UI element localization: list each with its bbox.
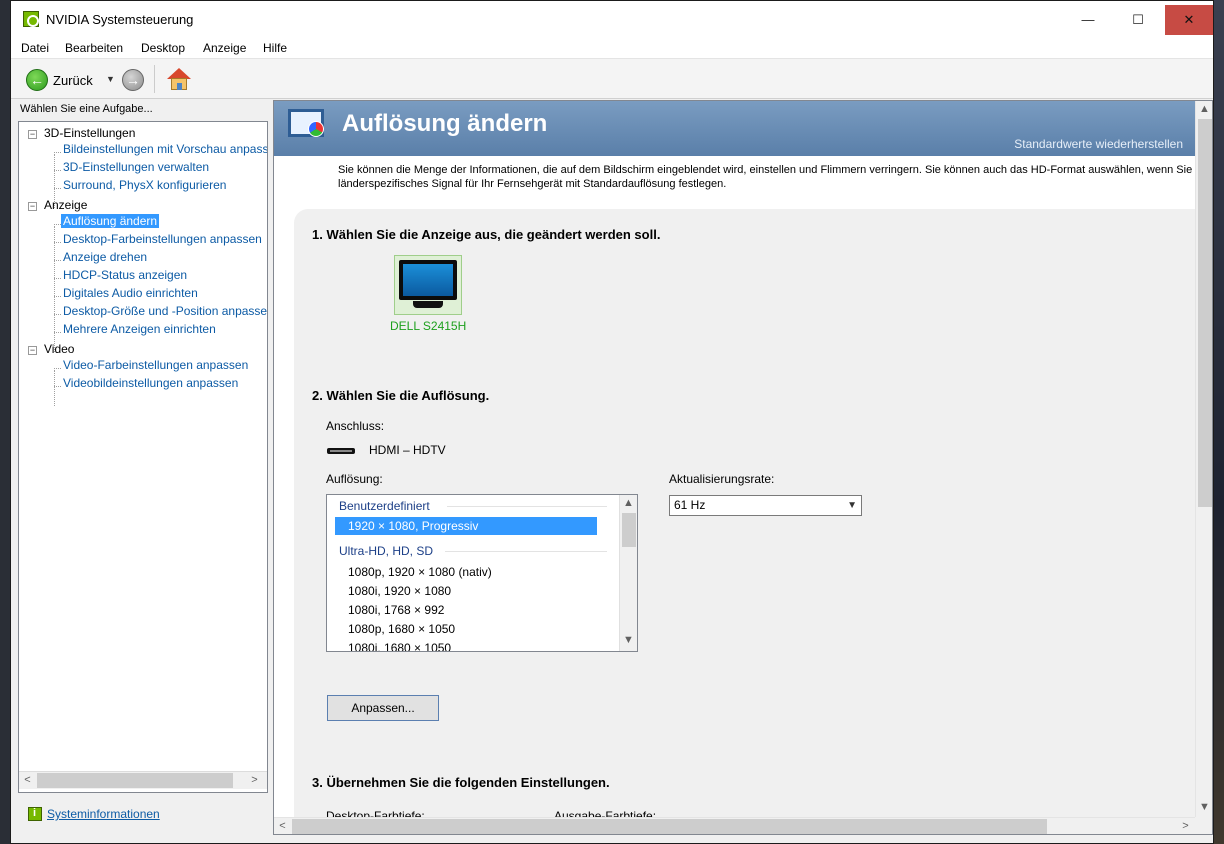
title-bar[interactable]: NVIDIA Systemsteuerung — ☐ ✕: [11, 1, 1213, 37]
home-button[interactable]: [166, 67, 192, 93]
tree-item-aufloesung-aendern[interactable]: Auflösung ändern: [61, 214, 160, 228]
customize-button[interactable]: Anpassen...: [327, 695, 439, 721]
scrollbar-corner: [1195, 817, 1212, 834]
forward-button[interactable]: →: [122, 69, 144, 91]
nvidia-control-panel-window: NVIDIA Systemsteuerung — ☐ ✕ Datei Bearb…: [10, 0, 1214, 844]
scroll-thumb[interactable]: [37, 773, 233, 788]
toolbar-separator: [154, 65, 155, 93]
tree-category-video[interactable]: Video: [44, 342, 74, 356]
tree-item-surround-physx[interactable]: Surround, PhysX konfigurieren: [61, 178, 228, 192]
content-horizontal-scrollbar[interactable]: < >: [274, 817, 1195, 834]
system-info-icon: [28, 807, 42, 821]
arrow-left-icon: ←: [30, 72, 44, 88]
toolbar: ← Zurück ▼ →: [11, 59, 1213, 99]
tree-item-3d-verwalten[interactable]: 3D-Einstellungen verwalten: [61, 160, 211, 174]
tree-item-desktop-groesse[interactable]: Desktop-Größe und -Position anpasse: [61, 304, 267, 318]
scroll-down-icon[interactable]: ▼: [1196, 799, 1212, 816]
scroll-left-icon[interactable]: <: [274, 818, 291, 834]
step-1-title: 1. Wählen Sie die Anzeige aus, die geänd…: [312, 227, 661, 242]
resolution-option[interactable]: 1080p, 1920 × 1080 (nativ): [335, 563, 597, 581]
scroll-down-icon[interactable]: ▼: [620, 632, 637, 649]
resolution-option[interactable]: 1080i, 1920 × 1080: [335, 582, 597, 600]
resolution-option[interactable]: 1080i, 1768 × 992: [335, 601, 597, 619]
scroll-right-icon[interactable]: >: [1177, 818, 1194, 834]
task-tree: − 3D-Einstellungen Bildeinstellungen mit…: [18, 121, 268, 793]
hdmi-icon: [327, 448, 355, 454]
group-header-custom: Benutzerdefiniert: [339, 499, 430, 513]
refresh-rate-dropdown[interactable]: 61 Hz ▼: [669, 495, 862, 516]
tree-item-videobild[interactable]: Videobildeinstellungen anpassen: [61, 376, 240, 390]
group-header-uhd: Ultra-HD, HD, SD: [339, 544, 434, 558]
tree-category-3d[interactable]: 3D-Einstellungen: [44, 126, 135, 140]
scroll-up-icon[interactable]: ▲: [620, 495, 637, 512]
back-label[interactable]: Zurück: [53, 73, 93, 88]
tree-item-digitales-audio[interactable]: Digitales Audio einrichten: [61, 286, 200, 300]
tree-item-hdcp-status[interactable]: HDCP-Status anzeigen: [61, 268, 189, 282]
collapse-icon[interactable]: −: [28, 346, 37, 355]
system-info-link[interactable]: Systeminformationen: [47, 807, 160, 821]
display-resolution-icon: [286, 107, 330, 145]
scroll-right-icon[interactable]: >: [246, 772, 263, 789]
connection-value: HDMI – HDTV: [369, 443, 446, 457]
scroll-thumb[interactable]: [622, 513, 636, 547]
resolution-list-scrollbar[interactable]: ▲ ▼: [619, 495, 637, 651]
display-name[interactable]: DELL S2415H: [390, 319, 466, 333]
scroll-thumb[interactable]: [292, 819, 1047, 834]
content-panel: Auflösung ändern Standardwerte wiederher…: [273, 100, 1213, 835]
monitor-icon: [399, 260, 457, 300]
display-selector-tile[interactable]: [394, 255, 462, 315]
maximize-button[interactable]: ☐: [1115, 5, 1161, 35]
page-description: Sie können die Menge der Informationen, …: [338, 164, 1213, 190]
menu-desktop[interactable]: Desktop: [141, 41, 185, 55]
page-banner: Auflösung ändern Standardwerte wiederher…: [274, 101, 1195, 156]
scroll-up-icon[interactable]: ▲: [1196, 101, 1212, 118]
minimize-button[interactable]: —: [1065, 5, 1111, 35]
tree-item-bildeinstellungen[interactable]: Bildeinstellungen mit Vorschau anpass: [61, 142, 267, 156]
nvidia-app-icon: [23, 11, 39, 27]
restore-defaults-link[interactable]: Standardwerte wiederherstellen: [1014, 137, 1183, 151]
page-title: Auflösung ändern: [342, 110, 548, 137]
scroll-left-icon[interactable]: <: [19, 772, 36, 789]
tree-category-anzeige[interactable]: Anzeige: [44, 198, 87, 212]
window-title: NVIDIA Systemsteuerung: [46, 12, 194, 27]
refresh-rate-value: 61 Hz: [674, 498, 706, 512]
step-3-title: 3. Übernehmen Sie die folgenden Einstell…: [312, 775, 610, 790]
tree-horizontal-scrollbar[interactable]: < >: [19, 771, 267, 789]
task-label: Wählen Sie eine Aufgabe...: [20, 103, 153, 115]
collapse-icon[interactable]: −: [28, 130, 37, 139]
close-button[interactable]: ✕: [1165, 5, 1213, 35]
back-button[interactable]: ←: [26, 69, 48, 91]
menu-hilfe[interactable]: Hilfe: [263, 41, 287, 55]
tree-item-video-farbe[interactable]: Video-Farbeinstellungen anpassen: [61, 358, 250, 372]
tree-item-desktop-farbe[interactable]: Desktop-Farbeinstellungen anpassen: [61, 232, 264, 246]
connection-label: Anschluss:: [326, 419, 385, 433]
content-vertical-scrollbar[interactable]: ▲ ▼: [1195, 101, 1212, 817]
tree-item-mehrere-anzeigen[interactable]: Mehrere Anzeigen einrichten: [61, 322, 218, 336]
scroll-thumb[interactable]: [1198, 119, 1212, 507]
arrow-right-icon: →: [126, 72, 140, 88]
step-2-title: 2. Wählen Sie die Auflösung.: [312, 388, 490, 403]
menu-anzeige[interactable]: Anzeige: [203, 41, 246, 55]
menu-bar: Datei Bearbeiten Desktop Anzeige Hilfe: [11, 37, 1213, 59]
menu-datei[interactable]: Datei: [21, 41, 49, 55]
task-panel: Wählen Sie eine Aufgabe... − 3D-Einstell…: [11, 100, 272, 835]
resolution-list[interactable]: Benutzerdefiniert 1920 × 1080, Progressi…: [326, 494, 638, 652]
chevron-down-icon: ▼: [847, 500, 857, 511]
resolution-option[interactable]: 1080i, 1680 × 1050: [335, 639, 597, 651]
history-dropdown-icon[interactable]: ▼: [106, 74, 115, 84]
refresh-rate-label: Aktualisierungsrate:: [669, 472, 775, 486]
menu-bearbeiten[interactable]: Bearbeiten: [65, 41, 123, 55]
resolution-label: Auflösung:: [326, 472, 383, 486]
resolution-option-selected[interactable]: 1920 × 1080, Progressiv: [335, 517, 597, 535]
resolution-option[interactable]: 1080p, 1680 × 1050: [335, 620, 597, 638]
settings-card: 1. Wählen Sie die Anzeige aus, die geänd…: [294, 209, 1195, 834]
collapse-icon[interactable]: −: [28, 202, 37, 211]
tree-item-anzeige-drehen[interactable]: Anzeige drehen: [61, 250, 149, 264]
